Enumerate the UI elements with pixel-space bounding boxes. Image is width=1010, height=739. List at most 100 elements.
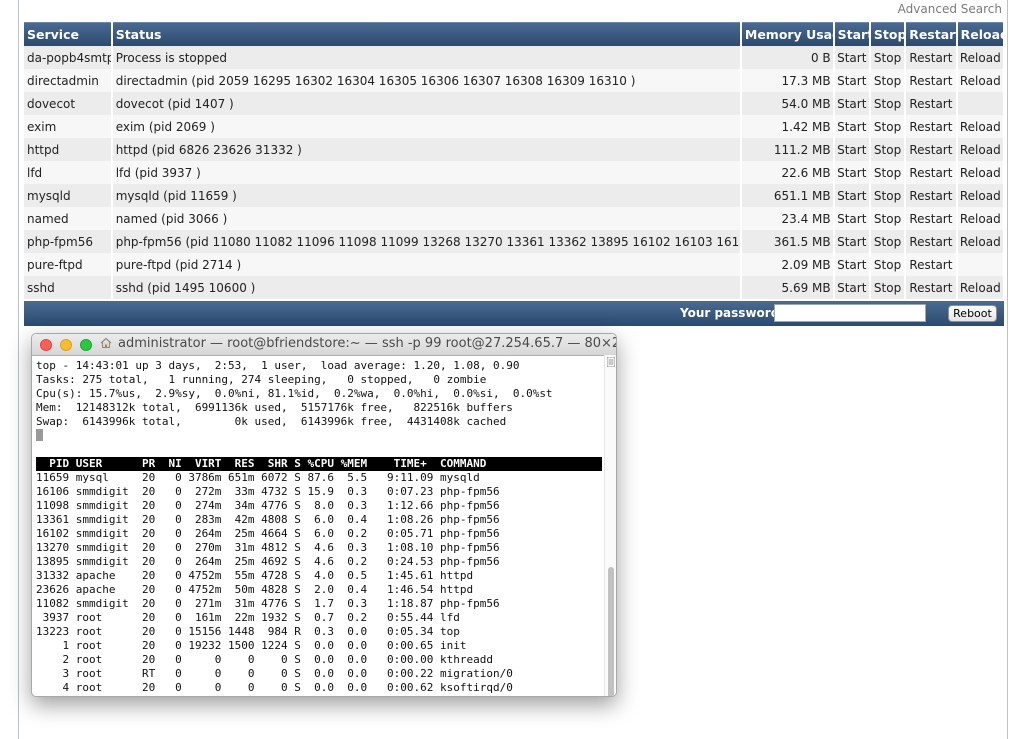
restart-link[interactable]: Restart [909,120,952,134]
restart-link[interactable]: Restart [909,143,952,157]
memory-usage-cell: 111.2 MB [741,138,833,161]
stop-link[interactable]: Stop [874,281,901,295]
process-list: 11659 mysql 20 0 3786m 651m 6072 S 87.6 … [36,471,602,695]
service-name-cell: sshd [24,276,111,299]
stop-link[interactable]: Stop [874,258,901,272]
terminal-window[interactable]: administrator — root@bfriendstore:~ — ss… [31,333,617,697]
restart-link-cell: Restart [906,69,956,92]
memory-usage-cell: 1.42 MB [741,115,833,138]
close-window-icon[interactable] [40,339,52,351]
reload-link[interactable]: Reload [960,212,1001,226]
memory-usage-cell: 22.6 MB [741,161,833,184]
start-link[interactable]: Start [837,212,866,226]
maximize-window-icon[interactable] [80,339,92,351]
start-link[interactable]: Start [837,235,866,249]
col-header-service[interactable]: Service [24,22,111,46]
stop-link[interactable]: Stop [874,51,901,65]
restart-link[interactable]: Restart [909,281,952,295]
process-row: 3937 root 20 0 161m 22m 1932 S 0.7 0.2 0… [36,611,460,624]
terminal-cursor-line [36,429,602,443]
start-link-cell: Start [834,184,869,207]
stop-link[interactable]: Stop [874,143,901,157]
start-link[interactable]: Start [837,51,866,65]
restart-link[interactable]: Restart [909,51,952,65]
process-row: 11659 mysql 20 0 3786m 651m 6072 S 87.6 … [36,471,480,484]
reload-link-cell: Reload [957,115,1003,138]
minimize-window-icon[interactable] [60,339,72,351]
start-link[interactable]: Start [837,258,866,272]
reload-link-cell: Reload [957,138,1003,161]
stop-link[interactable]: Stop [874,212,901,226]
reload-link[interactable]: Reload [960,235,1001,249]
start-link-cell: Start [834,207,869,230]
service-status-cell: named (pid 3066 ) [112,207,740,230]
reload-link[interactable]: Reload [960,74,1001,88]
stop-link[interactable]: Stop [874,189,901,203]
home-icon [100,337,112,348]
restart-link[interactable]: Restart [909,97,952,111]
password-input[interactable] [774,304,926,322]
reload-link-cell [957,92,1003,115]
start-link-cell: Start [834,92,869,115]
reload-link[interactable]: Reload [960,189,1001,203]
password-bar: Your password: Reboot [24,301,1004,326]
service-name-cell: directadmin [24,69,111,92]
restart-link[interactable]: Restart [909,74,952,88]
start-link-cell: Start [834,276,869,299]
stop-link[interactable]: Stop [874,97,901,111]
memory-usage-cell: 2.09 MB [741,253,833,276]
stop-link[interactable]: Stop [874,120,901,134]
terminal-title: administrator — root@bfriendstore:~ — ss… [118,336,617,351]
stop-link-cell: Stop [870,138,905,161]
restart-link-cell: Restart [906,184,956,207]
table-row: lfd lfd (pid 3937 ) 22.6 MB Start Stop Restar… [24,161,1003,184]
restart-link[interactable]: Restart [909,258,952,272]
process-row: 31332 apache 20 0 4752m 55m 4728 S 4.0 0… [36,569,474,582]
reload-link[interactable]: Reload [960,143,1001,157]
services-table: Service Status Memory Usage Start Stop R… [22,22,1005,299]
reload-link[interactable]: Reload [960,51,1001,65]
process-row: 16102 smmdigit 20 0 264m 25m 4664 S 6.0 … [36,527,500,540]
stop-link-cell: Stop [870,92,905,115]
stop-link-cell: Stop [870,115,905,138]
service-status-cell: php-fpm56 (pid 11080 11082 11096 11098 1… [112,230,740,253]
reload-link[interactable]: Reload [960,281,1001,295]
stop-link-cell: Stop [870,46,905,69]
stop-link[interactable]: Stop [874,166,901,180]
process-row: 11082 smmdigit 20 0 271m 31m 4776 S 1.7 … [36,597,500,610]
start-link[interactable]: Start [837,166,866,180]
memory-usage-cell: 0 B [741,46,833,69]
col-header-memory[interactable]: Memory Usage [741,22,833,46]
start-link[interactable]: Start [837,74,866,88]
start-link[interactable]: Start [837,281,866,295]
memory-usage-cell: 5.69 MB [741,276,833,299]
reboot-button[interactable]: Reboot [948,305,997,322]
reload-link[interactable]: Reload [960,120,1001,134]
terminal-scrollbar[interactable] [604,355,616,696]
start-link[interactable]: Start [837,143,866,157]
terminal-cursor [36,429,43,441]
restart-link[interactable]: Restart [909,189,952,203]
col-header-status[interactable]: Status [112,22,740,46]
terminal-output[interactable]: top - 14:43:01 up 3 days, 2:53, 1 user, … [36,359,602,695]
service-status-cell: mysqld (pid 11659 ) [112,184,740,207]
stop-link[interactable]: Stop [874,235,901,249]
restart-link[interactable]: Restart [909,235,952,249]
stop-link[interactable]: Stop [874,74,901,88]
start-link[interactable]: Start [837,97,866,111]
restart-link[interactable]: Restart [909,212,952,226]
table-row: da-popb4smtp Process is stopped 0 B Start St… [24,46,1003,69]
service-status-cell: lfd (pid 3937 ) [112,161,740,184]
advanced-search-link[interactable]: Advanced Search [898,2,1002,16]
start-link[interactable]: Start [837,189,866,203]
top-summary: top - 14:43:01 up 3 days, 2:53, 1 user, … [36,359,602,429]
stop-link-cell: Stop [870,184,905,207]
terminal-titlebar[interactable]: administrator — root@bfriendstore:~ — ss… [32,334,616,356]
start-link[interactable]: Start [837,120,866,134]
service-name-cell: mysqld [24,184,111,207]
reload-link[interactable]: Reload [960,166,1001,180]
table-row: mysqld mysqld (pid 11659 ) 651.1 MB Start St… [24,184,1003,207]
restart-link[interactable]: Restart [909,166,952,180]
scrollbar-thumb[interactable] [608,567,614,696]
